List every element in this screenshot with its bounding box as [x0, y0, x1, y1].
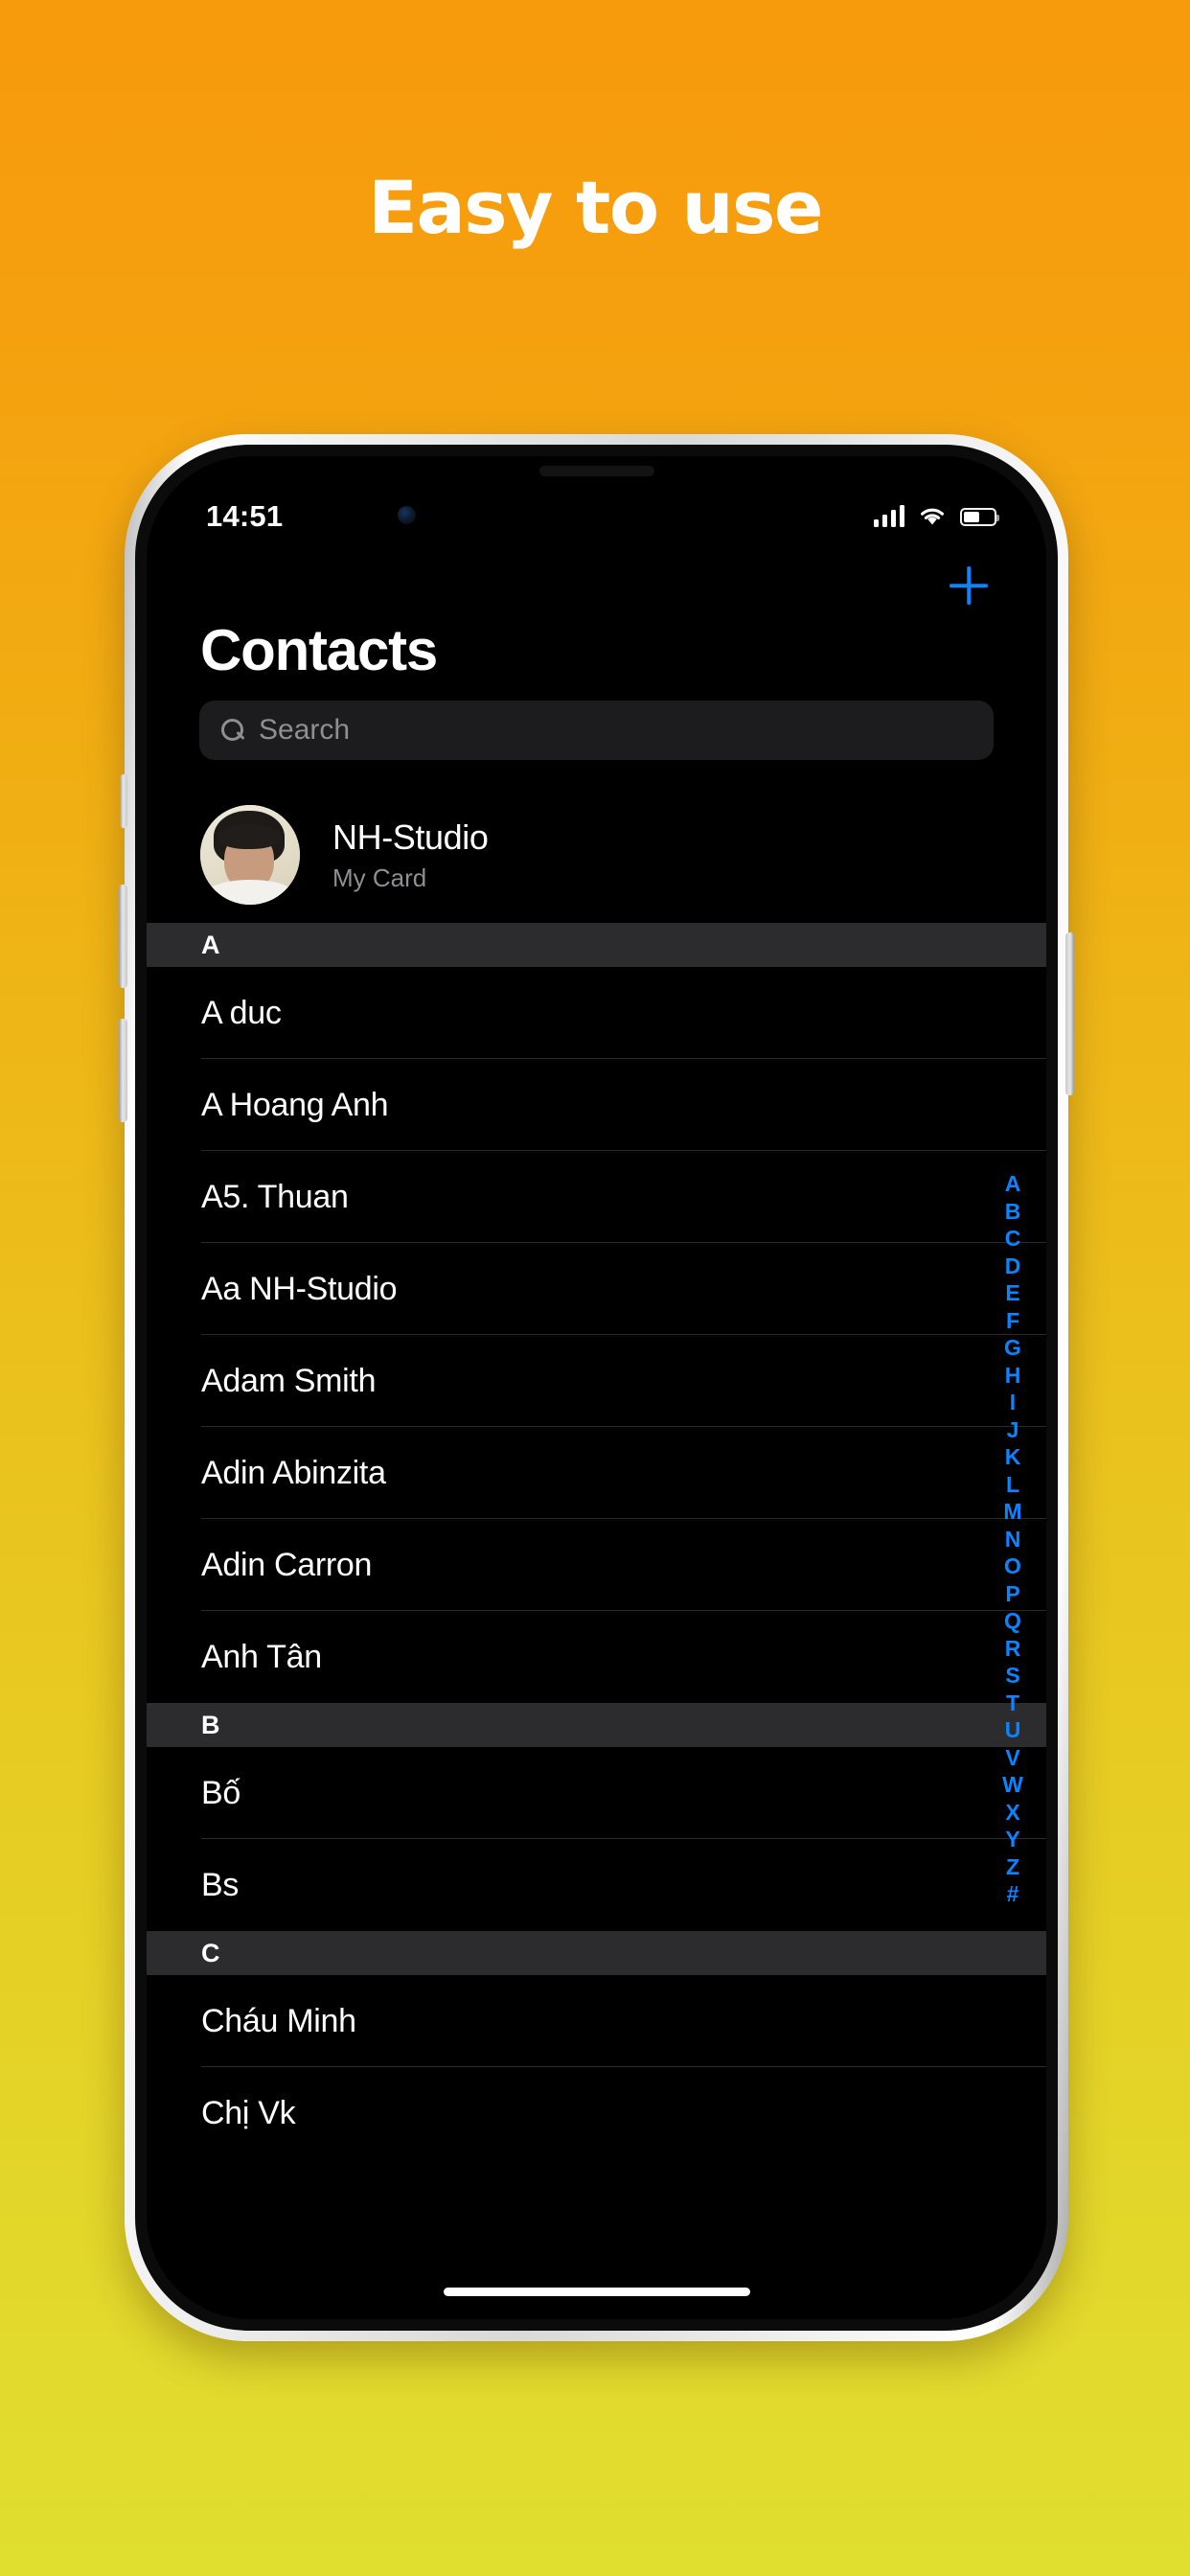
alpha-index-letter[interactable]: X — [998, 1799, 1027, 1827]
section-header: A — [147, 923, 1046, 967]
my-card-name: NH-Studio — [332, 816, 489, 857]
alpha-index-letter[interactable]: A — [998, 1170, 1027, 1198]
contact-row[interactable]: Chị Vk — [147, 2067, 1046, 2159]
silent-switch[interactable] — [120, 774, 127, 828]
alphabet-index[interactable]: A B C D E F G H I J K L M N O P Q R S T U V W X Y Z # — [998, 1170, 1027, 1908]
contact-row[interactable]: A duc — [147, 967, 1046, 1059]
alpha-index-letter[interactable]: W — [998, 1771, 1027, 1799]
contact-row[interactable]: Adam Smith — [147, 1335, 1046, 1427]
section-header: C — [147, 1931, 1046, 1975]
alpha-index-letter[interactable]: D — [998, 1253, 1027, 1280]
alpha-index-letter[interactable]: T — [998, 1690, 1027, 1717]
alpha-index-letter[interactable]: K — [998, 1443, 1027, 1471]
volume-up-button[interactable] — [119, 885, 127, 988]
alpha-index-letter[interactable]: Y — [998, 1826, 1027, 1853]
phone-mockup: 14:51 Contacts Search NH-Studio My Card … — [119, 434, 1074, 2341]
status-time: 14:51 — [206, 499, 284, 533]
contact-row[interactable]: Bs — [147, 1839, 1046, 1931]
alpha-index-letter[interactable]: C — [998, 1225, 1027, 1253]
alpha-index-letter[interactable]: U — [998, 1716, 1027, 1744]
alpha-index-letter[interactable]: H — [998, 1362, 1027, 1390]
alpha-index-letter[interactable]: F — [998, 1307, 1027, 1335]
contact-row[interactable]: Aa NH-Studio — [147, 1243, 1046, 1335]
add-contact-button[interactable] — [947, 564, 991, 608]
page-headline: Easy to use — [368, 165, 823, 250]
alpha-index-letter[interactable]: Z — [998, 1853, 1027, 1881]
power-button[interactable] — [1065, 932, 1074, 1095]
contact-row[interactable]: A5. Thuan — [147, 1151, 1046, 1243]
alpha-index-letter[interactable]: N — [998, 1526, 1027, 1553]
contact-row[interactable]: A Hoang Anh — [147, 1059, 1046, 1151]
alpha-index-letter[interactable]: G — [998, 1334, 1027, 1362]
alpha-index-letter[interactable]: J — [998, 1416, 1027, 1444]
status-indicators — [873, 505, 999, 527]
earpiece-speaker — [538, 466, 654, 476]
battery-icon — [960, 507, 999, 526]
alpha-index-letter[interactable]: # — [998, 1880, 1027, 1908]
alpha-index-letter[interactable]: L — [998, 1471, 1027, 1499]
avatar — [200, 805, 300, 905]
my-card-texts: NH-Studio My Card — [332, 816, 489, 893]
contacts-list[interactable]: AA duc A Hoang Anh A5. Thuan Aa NH-Studio Ad… — [147, 923, 1046, 2159]
phone-screen: 14:51 Contacts Search NH-Studio My Card … — [147, 456, 1046, 2319]
alpha-index-letter[interactable]: S — [998, 1662, 1027, 1690]
wifi-icon — [921, 508, 944, 525]
search-bar[interactable]: Search — [199, 701, 994, 760]
contact-row[interactable]: Adin Carron — [147, 1519, 1046, 1611]
alpha-index-letter[interactable]: Q — [998, 1607, 1027, 1635]
notch — [438, 456, 755, 496]
page-title: Contacts — [200, 618, 438, 682]
my-card-subtitle: My Card — [332, 862, 427, 892]
cellular-bars-icon — [873, 505, 904, 527]
alpha-index-letter[interactable]: O — [998, 1552, 1027, 1580]
alpha-index-letter[interactable]: M — [998, 1498, 1027, 1526]
alpha-index-letter[interactable]: R — [998, 1635, 1027, 1663]
section-header: B — [147, 1703, 1046, 1747]
alpha-index-letter[interactable]: V — [998, 1744, 1027, 1772]
alpha-index-letter[interactable]: E — [998, 1279, 1027, 1307]
contact-row[interactable]: Adin Abinzita — [147, 1427, 1046, 1519]
volume-down-button[interactable] — [119, 1019, 127, 1122]
contact-row[interactable]: Bố — [147, 1747, 1046, 1839]
contact-row[interactable]: Anh Tân — [147, 1611, 1046, 1703]
search-field[interactable]: Search — [199, 701, 994, 760]
nav-bar — [147, 548, 1046, 623]
alpha-index-letter[interactable]: B — [998, 1198, 1027, 1226]
search-input[interactable]: Search — [259, 714, 350, 747]
my-card-row[interactable]: NH-Studio My Card — [147, 787, 1046, 923]
alpha-index-letter[interactable]: P — [998, 1580, 1027, 1608]
alpha-index-letter[interactable]: I — [998, 1389, 1027, 1416]
home-indicator[interactable] — [443, 2288, 750, 2296]
search-icon — [220, 718, 245, 743]
contact-row[interactable]: Cháu Minh — [147, 1975, 1046, 2067]
